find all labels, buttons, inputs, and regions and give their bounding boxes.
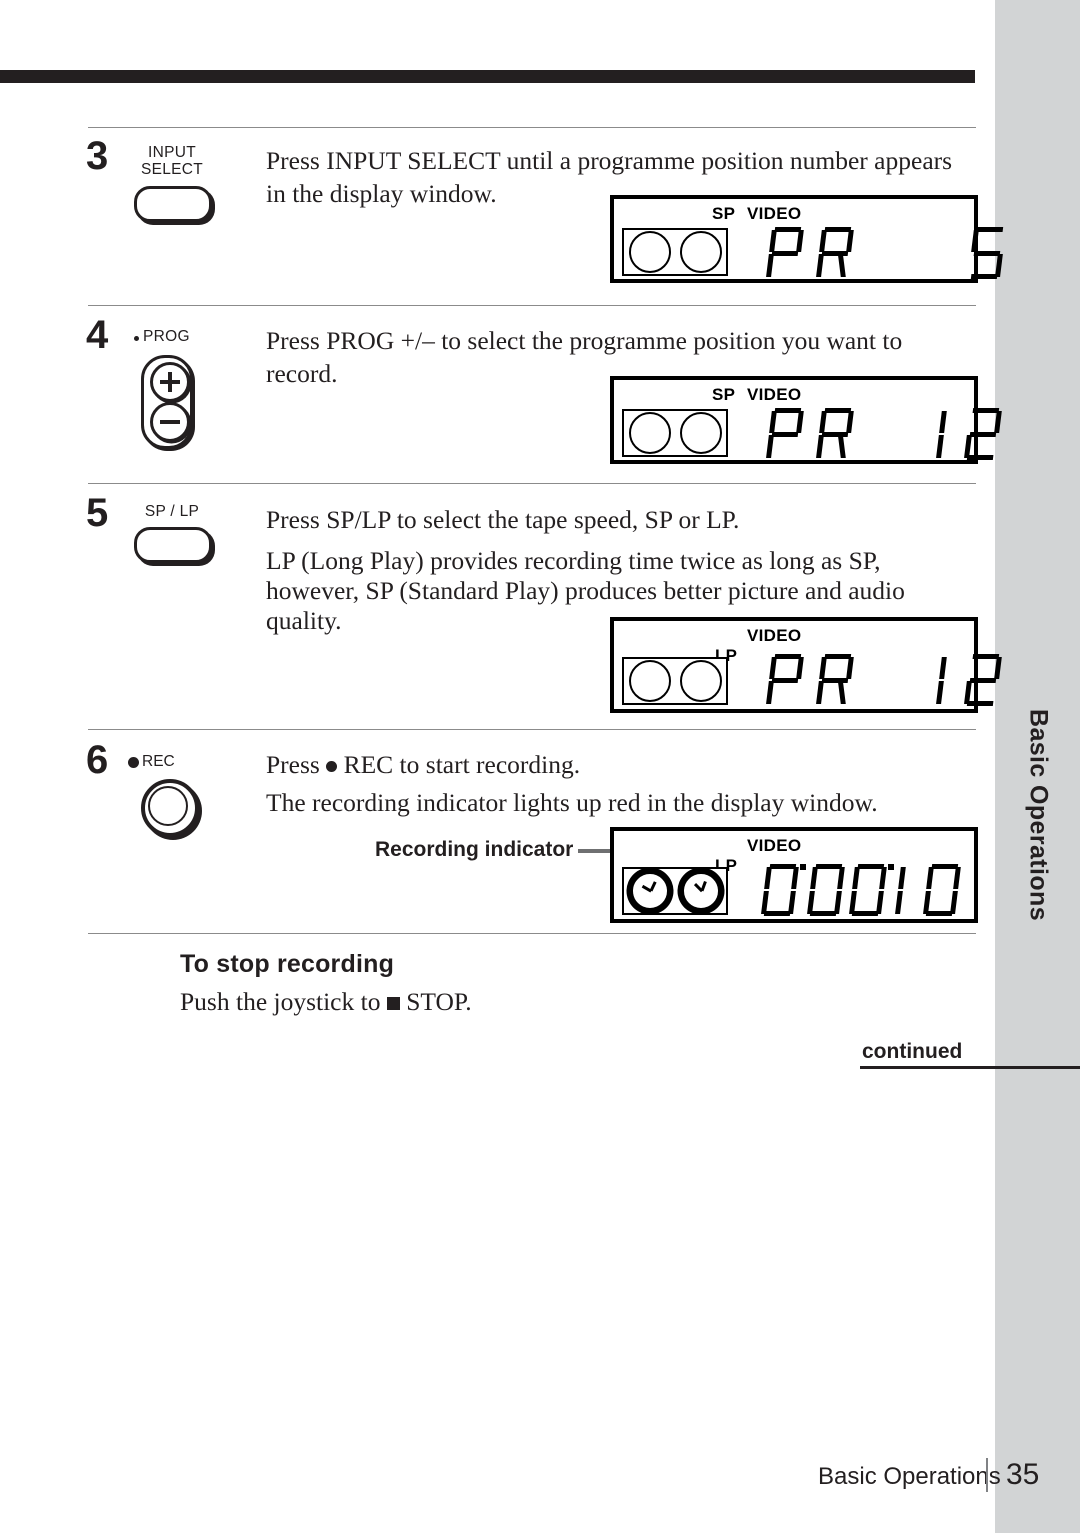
stop-recording-heading: To stop recording (180, 950, 395, 978)
section-rule-stop (88, 933, 976, 934)
section-rule-top (88, 127, 976, 128)
step-3-line-1: Press INPUT SELECT until a programme pos… (266, 146, 953, 175)
step-6-line-1-suffix: REC to start recording. (337, 750, 581, 779)
display-indicator-video: VIDEO (747, 626, 802, 645)
step-5-line-2: LP (Long Play) provides recording time t… (266, 546, 881, 575)
section-rule-step6 (88, 729, 976, 730)
reel-right (679, 231, 722, 273)
sp-lp-button[interactable] (134, 527, 212, 563)
prog-plus-button[interactable] (150, 362, 190, 402)
prog-plus-minus-button[interactable] (141, 355, 193, 449)
display-segment-text-step-3 (766, 227, 1006, 279)
step-number-6: 6 (86, 738, 109, 782)
step-4-line-1: Press PROG +/– to select the programme p… (266, 326, 903, 355)
display-segment-text-step-5 (766, 654, 1002, 706)
display-indicator-video: VIDEO (747, 385, 802, 404)
input-select-button[interactable] (134, 186, 212, 222)
recording-indicator-reel-right (679, 870, 722, 912)
step-5-line-4: quality. (266, 606, 342, 635)
display-programme-number-step-3 (968, 227, 1006, 279)
stop-text-prefix: Push the joystick to (180, 987, 387, 1016)
display-programme-number-digit-2 (964, 408, 1002, 460)
rec-dot-icon (128, 756, 139, 768)
reel-right (679, 660, 722, 702)
reel-left (628, 660, 671, 702)
prog-button-label: PROG (143, 328, 190, 345)
stop-recording-text: Push the joystick to STOP. (180, 985, 472, 1019)
footer-divider (986, 1458, 988, 1492)
chapter-tab-label: Basic Operations (1024, 708, 1052, 922)
header-bar (0, 70, 975, 83)
display-indicator-video: VIDEO (747, 836, 802, 855)
rec-button-label-group: REC (128, 753, 175, 771)
footer-page-number: 35 (1006, 1458, 1040, 1491)
manual-page: Basic Operations 3 INPUT SELECT Press IN… (0, 0, 1080, 1533)
step-number-5: 5 (86, 491, 109, 535)
prog-minus-button[interactable] (150, 402, 190, 442)
rec-button[interactable] (141, 779, 199, 837)
display-reels-recording (622, 867, 728, 915)
display-indicator-sp: SP (712, 385, 736, 404)
step-6-line-1-prefix: Press (266, 750, 327, 779)
input-select-button-label: INPUT SELECT (140, 144, 204, 179)
display-reels (622, 228, 728, 276)
display-counter-step-6 (761, 864, 961, 916)
display-step-6: VIDEO LP (610, 827, 978, 923)
step-6-line-1: Press REC to start recording. (266, 748, 580, 782)
reel-left (628, 231, 671, 273)
display-step-5: VIDEO LP (610, 617, 1002, 713)
display-step-4: SP VIDEO (610, 376, 1002, 464)
step-5-line-1: Press SP/LP to select the tape speed, SP… (266, 505, 740, 534)
footer-chapter-label: Basic Operations (818, 1463, 1001, 1490)
step-5-line-3: however, SP (Standard Play) produces bet… (266, 576, 905, 605)
stop-text-suffix: STOP. (399, 987, 472, 1016)
display-reels (622, 409, 728, 457)
sp-lp-button-label: SP / LP (144, 503, 200, 520)
prog-bullet-dot (134, 336, 139, 341)
continued-label: continued (862, 1040, 963, 1063)
step-6-line-2: The recording indicator lights up red in… (266, 788, 878, 817)
continued-rule (860, 1066, 1080, 1069)
recording-indicator-reel-left (628, 870, 671, 912)
step-3-line-2: in the display window. (266, 179, 497, 208)
display-programme-number-digit-1 (936, 408, 956, 460)
step-number-3: 3 (86, 134, 109, 178)
chapter-tab-band: Basic Operations (995, 0, 1080, 1533)
reel-left (628, 412, 671, 454)
display-step-3: SP VIDEO (610, 195, 1004, 283)
rec-button-label: REC (142, 753, 175, 770)
step-4-line-2: record. (266, 359, 338, 388)
stop-square-icon (386, 997, 400, 1010)
step-number-4: 4 (86, 313, 109, 357)
section-rule-step5 (88, 483, 976, 484)
display-indicator-video: VIDEO (747, 204, 802, 223)
reel-right (679, 412, 722, 454)
display-reels (622, 657, 728, 705)
display-indicator-sp: SP (712, 204, 736, 223)
display-segment-text-step-4 (766, 408, 1002, 460)
rec-dot-icon-inline (326, 761, 338, 772)
recording-indicator-callout-label: Recording indicator (375, 838, 574, 861)
section-rule-step4 (88, 305, 976, 306)
